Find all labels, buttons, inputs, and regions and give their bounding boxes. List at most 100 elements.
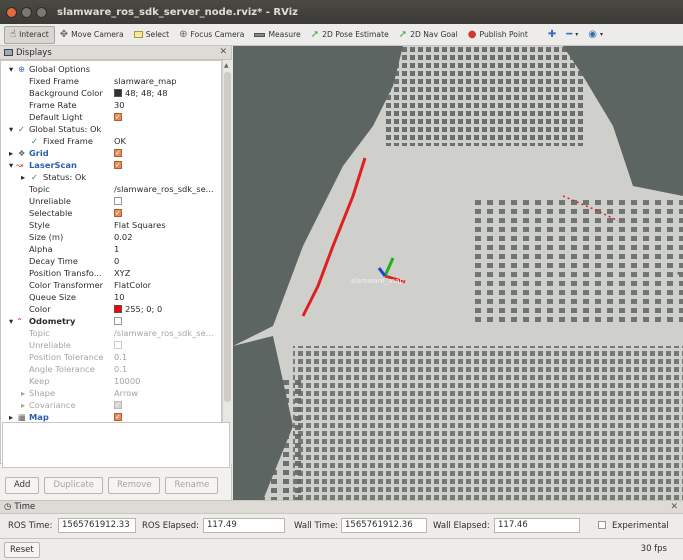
wall-time-field[interactable]: 1565761912.36 [341,518,427,533]
displays-scrollbar[interactable]: ▲ ▼ [222,60,232,464]
tree-row-fixed-frame[interactable]: Fixed Frame slamware_map [1,75,221,87]
scrollbar-thumb[interactable] [224,72,231,402]
maximize-window-button[interactable] [36,6,47,18]
checkbox-checked[interactable] [114,399,122,411]
tree-row-size[interactable]: Size (m) 0.02 [1,231,221,243]
expand-arrow-icon[interactable]: ▾ [9,159,13,171]
ros-time-field[interactable]: 1565761912.33 [58,518,136,533]
publish-point-tool-button[interactable]: ● Publish Point [463,26,533,44]
tree-row-background-color[interactable]: Background Color 48; 48; 48 [1,87,221,99]
nav-goal-tool-button[interactable]: ➚ 2D Nav Goal [394,26,463,44]
ruler-icon [254,32,266,37]
checkbox-unchecked[interactable] [114,341,122,349]
tree-row-color-transformer[interactable]: Color Transformer FlatColor [1,279,221,291]
focus-crosshair-icon: ⊕ [179,28,188,40]
tree-row-queue-size[interactable]: Queue Size 10 [1,291,221,303]
tree-row-odom-topic[interactable]: Topic /slamware_ros_sdk_se... [1,327,221,339]
collapsed-arrow-icon[interactable]: ▸ [9,147,13,159]
move-camera-tool-button[interactable]: ✥ Move Camera [55,26,129,44]
color-swatch [114,89,122,97]
view-left-arrow-icon[interactable]: ◂ [235,269,239,277]
expand-arrow-icon[interactable]: ▾ [9,63,13,75]
close-window-button[interactable] [6,6,17,18]
reset-button[interactable]: Reset [4,542,40,558]
pose-estimate-tool-button[interactable]: ➚ 2D Pose Estimate [306,26,394,44]
globe-icon: ⊕ [18,64,25,74]
expand-arrow-icon[interactable]: ▾ [9,315,13,327]
checkbox-checked[interactable] [114,411,122,423]
3d-render-view[interactable]: slamware_map ◂ ▸ [233,46,683,500]
tree-row-frame-rate[interactable]: Frame Rate 30 [1,99,221,111]
close-panel-icon[interactable]: ✕ [219,47,227,57]
tree-row-global-status[interactable]: ▾ ✓ Global Status: Ok [1,123,221,135]
collapsed-arrow-icon[interactable]: ▸ [21,399,25,411]
time-panel: ◷ Time ✕ ROS Time: 1565761912.33 ROS Ela… [0,500,683,538]
remove-tool-dropdown[interactable]: ━ ▾ [561,26,583,44]
expand-arrow-icon[interactable]: ▾ [9,123,13,135]
tree-row-alpha[interactable]: Alpha 1 [1,243,221,255]
display-description-area [2,422,230,468]
checkbox-checked[interactable] [114,159,122,171]
select-box-icon [133,31,143,38]
color-swatch [114,305,122,313]
add-tool-button[interactable]: ✚ [543,26,561,44]
interact-tool-button[interactable]: ☝ Interact [4,25,55,44]
toolbar: ☝ Interact ✥ Move Camera Select ⊕ Focus … [0,24,683,46]
tree-row-decay-time[interactable]: Decay Time 0 [1,255,221,267]
rename-display-button[interactable]: Rename [165,476,219,494]
tree-row-grid[interactable]: ▸ ❖ Grid [1,147,221,159]
close-panel-icon[interactable]: ✕ [670,502,678,512]
ros-elapsed-field[interactable]: 117.49 [203,518,285,533]
grid-icon: ❖ [18,148,26,158]
tree-row-default-light[interactable]: Default Light [1,111,221,123]
add-display-button[interactable]: Add [5,476,40,494]
view-right-arrow-icon[interactable]: ▸ [677,269,681,277]
tree-row-odom-unreliable[interactable]: Unreliable [1,339,221,351]
checkbox-checked[interactable] [114,111,122,123]
tree-row-global-options[interactable]: ▾ ⊕ Global Options [1,63,221,75]
measure-tool-button[interactable]: Measure [249,26,305,44]
checkbox-unchecked[interactable] [114,317,122,325]
tree-row-odometry[interactable]: ▾ ⌃ Odometry [1,315,221,327]
tree-row-covariance[interactable]: ▸ Covariance [1,399,221,411]
tree-row-shape[interactable]: ▸ Shape Arrow [1,387,221,399]
time-row: ROS Time: 1565761912.33 ROS Elapsed: 117… [8,518,669,533]
checkbox-unchecked[interactable] [114,197,122,205]
minimize-window-button[interactable] [21,6,32,18]
checkmark-icon: ✓ [31,136,38,146]
tree-row-style[interactable]: Style Flat Squares [1,219,221,231]
tree-row-topic[interactable]: Topic /slamware_ros_sdk_se... [1,183,221,195]
collapsed-arrow-icon[interactable]: ▸ [21,387,25,399]
tree-row-laserscan[interactable]: ▾ ↝ LaserScan [1,159,221,171]
checkbox-checked[interactable] [114,147,122,159]
laser-icon: ↝ [16,160,23,170]
tree-row-position-transformer[interactable]: Position Transfo... XYZ [1,267,221,279]
plus-move-icon: ✚ [547,28,557,40]
tree-row-fixed-frame-status[interactable]: ✓ Fixed Frame OK [1,135,221,147]
tree-row-angle-tolerance[interactable]: Angle Tolerance 0.1 [1,363,221,375]
view-options-dropdown[interactable]: ◉ ▾ [583,26,608,44]
hand-pointer-icon: ☝ [10,28,17,40]
scroll-up-icon[interactable]: ▲ [224,62,229,69]
displays-button-bar: Add Duplicate Remove Rename [0,474,232,496]
map-canvas [233,46,683,500]
green-arrow-icon: ➚ [398,28,408,40]
tree-row-unreliable[interactable]: Unreliable [1,195,221,207]
tree-row-keep[interactable]: Keep 10000 [1,375,221,387]
select-tool-button[interactable]: Select [129,26,174,44]
displays-panel: Displays ✕ ▾ ⊕ Global Options Fixed Fram… [0,46,232,500]
tree-row-laserscan-status[interactable]: ▸ ✓ Status: Ok [1,171,221,183]
experimental-checkbox[interactable] [598,521,606,529]
checkmark-icon: ✓ [18,124,25,134]
map-pin-icon: ● [467,28,477,40]
duplicate-display-button[interactable]: Duplicate [44,476,103,494]
tree-row-selectable[interactable]: Selectable [1,207,221,219]
checkbox-checked[interactable] [114,207,122,219]
tree-row-color[interactable]: Color 255; 0; 0 [1,303,221,315]
odometry-arrow-icon: ⌃ [16,316,23,326]
focus-camera-tool-button[interactable]: ⊕ Focus Camera [174,26,249,44]
tree-row-position-tolerance[interactable]: Position Tolerance 0.1 [1,351,221,363]
wall-elapsed-field[interactable]: 117.46 [494,518,580,533]
collapsed-arrow-icon[interactable]: ▸ [21,171,25,183]
remove-display-button[interactable]: Remove [107,476,161,494]
